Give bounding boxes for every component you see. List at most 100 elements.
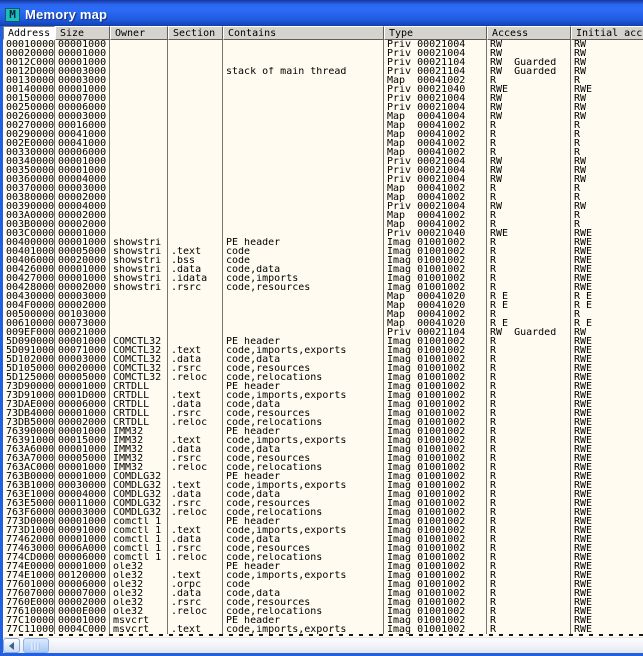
memory-map-icon[interactable]: M	[5, 8, 20, 22]
column-header-section[interactable]: Section	[168, 26, 223, 40]
table-row[interactable]: 7639100000015000IMM32.textcode,imports,e…	[3, 436, 643, 445]
cell-access: R	[487, 400, 571, 409]
table-row[interactable]: 763E500000011000COMDLG32.rsrccode,resour…	[3, 499, 643, 508]
table-row[interactable]: 5D12500000005000COMCTL32.reloccode,reloc…	[3, 373, 643, 382]
horizontal-scrollbar[interactable]	[3, 637, 643, 653]
table-row[interactable]: 0002000000001000Priv 00021004RWRW	[3, 49, 643, 58]
table-row[interactable]: 0035000000001000Priv 00021004RWRW	[3, 166, 643, 175]
table-row[interactable]: 0042800000002000showstri.rsrccode,resour…	[3, 283, 643, 292]
table-row[interactable]: 77C110000004C000msvcrt.textcode,imports,…	[3, 625, 643, 634]
table-row[interactable]: 763F600000003000COMDLG32.reloccode,reloc…	[3, 508, 643, 517]
table-row[interactable]: 5D10200000003000COMCTL32.datacode,dataIm…	[3, 355, 643, 364]
table-row[interactable]: 774630000006A000comctl_1.rsrccode,resour…	[3, 544, 643, 553]
table-row[interactable]: 0043000000003000Map 00041020R ER E	[3, 292, 643, 301]
table-row[interactable]: 73D910000001D000CRTDLL.textcode,imports,…	[3, 391, 643, 400]
table-row[interactable]: 7746200000001000comctl_1.datacode,dataIm…	[3, 535, 643, 544]
cell-size: 00041000	[55, 130, 110, 139]
column-header-size[interactable]: Size	[55, 26, 110, 40]
table-row[interactable]: 73D9000000001000CRTDLLPE headerImag 0100…	[3, 382, 643, 391]
table-row[interactable]: 0014000000001000Priv 00021040RWERWE	[3, 85, 643, 94]
scrollbar-thumb[interactable]	[23, 638, 49, 653]
table-row[interactable]: 0036000000004000Priv 00021004RWRW	[3, 175, 643, 184]
table-row[interactable]: 0038000000002000Map 00041002RR	[3, 193, 643, 202]
table-row[interactable]: 009EF00000021000Priv 00021104RW GuardedR…	[3, 328, 643, 337]
table-row[interactable]: 0042600000001000showstri.datacode,dataIm…	[3, 265, 643, 274]
table-row[interactable]: 5D09000000001000COMCTL32PE headerImag 01…	[3, 337, 643, 346]
column-header-owner[interactable]: Owner	[110, 26, 168, 40]
cell-size: 00003000	[55, 76, 110, 85]
table-row[interactable]: 0037000000003000Map 00041002RR	[3, 184, 643, 193]
table-row[interactable]: 0029000000041000Map 00041002RR	[3, 130, 643, 139]
table-row[interactable]: 003C000000001000Priv 00021040RWERWE	[3, 229, 643, 238]
scroll-left-button[interactable]	[3, 638, 20, 653]
table-row[interactable]: 003B000000002000Map 00041002RR	[3, 220, 643, 229]
table-row[interactable]: 763A700000005000IMM32.rsrccode,resources…	[3, 454, 643, 463]
table-row[interactable]: 5D10500000020000COMCTL32.rsrccode,resour…	[3, 364, 643, 373]
table-row[interactable]: 763B100000030000COMDLG32.textcode,import…	[3, 481, 643, 490]
cell-address: 763F6000	[3, 508, 55, 517]
cell-contains	[223, 319, 384, 328]
table-row[interactable]: 7639000000001000IMM32PE headerImag 01001…	[3, 427, 643, 436]
column-header-contains[interactable]: Contains	[223, 26, 384, 40]
cell-access: RW	[487, 40, 571, 49]
table-row[interactable]: 763AC00000001000IMM32.reloccode,relocati…	[3, 463, 643, 472]
table-row[interactable]: 763E100000004000COMDLG32.datacode,dataIm…	[3, 490, 643, 499]
table-row[interactable]: 7760E00000002000ole32.rsrccode,resources…	[3, 598, 643, 607]
titlebar[interactable]: M Memory map	[0, 0, 643, 26]
table-row[interactable]: 0040100000005000showstri.textcodeImag 01…	[3, 247, 643, 256]
cell-initial: RW	[571, 58, 643, 67]
cell-section: .data	[168, 535, 223, 544]
table-row[interactable]: 0039000000004000Priv 00021004RWRW	[3, 202, 643, 211]
table-row[interactable]: 0013000000003000Map 00041002RR	[3, 76, 643, 85]
table-row[interactable]: 0015000000007000Priv 00021004RWRW	[3, 94, 643, 103]
table-row[interactable]: 73DB500000002000CRTDLL.reloccode,relocat…	[3, 418, 643, 427]
cell-address: 00426000	[3, 265, 55, 274]
table-row[interactable]: 776100000000E000ole32.reloccode,relocati…	[3, 607, 643, 616]
table-row[interactable]: 002E000000041000Map 00041002RR	[3, 139, 643, 148]
column-header-address[interactable]: Address	[3, 26, 55, 40]
table-row[interactable]: 763B000000001000COMDLG32PE headerImag 01…	[3, 472, 643, 481]
cell-initial: RWE	[571, 346, 643, 355]
table-row[interactable]: 003A000000002000Map 00041002RR	[3, 211, 643, 220]
cell-contains: PE header	[223, 562, 384, 571]
table-row[interactable]: 0033000000006000Map 00041002RR	[3, 148, 643, 157]
column-header-type[interactable]: Type	[384, 26, 487, 40]
table-row[interactable]: 0012C00000001000Priv 00021104RW GuardedR…	[3, 58, 643, 67]
column-header-access[interactable]: Access	[487, 26, 571, 40]
table-row[interactable]: 773D000000001000comctl_1PE headerImag 01…	[3, 517, 643, 526]
column-header-initial[interactable]: Initial acc	[571, 26, 643, 40]
table-row[interactable]: 774E000000001000ole32PE headerImag 01001…	[3, 562, 643, 571]
cell-initial: RWE	[571, 427, 643, 436]
table-row[interactable]: 73DAE00000006000CRTDLL.datacode,dataImag…	[3, 400, 643, 409]
table-row[interactable]: 774CD00000006000comctl_1.reloccode,reloc…	[3, 553, 643, 562]
table-row[interactable]: 0034000000001000Priv 00021004RWRW	[3, 157, 643, 166]
memory-map-window: M Memory map AddressSizeOwnerSectionCont…	[0, 0, 643, 656]
table-row[interactable]: 0012D00000003000stack of main threadPriv…	[3, 67, 643, 76]
cell-address: 00406000	[3, 256, 55, 265]
cell-contains: code,imports,exports	[223, 526, 384, 535]
table-row[interactable]: 7760100000006000ole32.orpccodeImag 01001…	[3, 580, 643, 589]
table-row[interactable]: 774E100000120000ole32.textcode,imports,e…	[3, 571, 643, 580]
table-row[interactable]: 763A600000001000IMM32.datacode,dataImag …	[3, 445, 643, 454]
cell-section	[168, 517, 223, 526]
table-row[interactable]: 0001000000001000Priv 00021004RWRW	[3, 40, 643, 49]
table-row[interactable]: 0027000000016000Map 00041002RR	[3, 121, 643, 130]
memory-map-list[interactable]: 0001000000001000Priv 00021004RWRW0002000…	[3, 40, 643, 634]
table-row[interactable]: 773D100000091000comctl_1.textcode,import…	[3, 526, 643, 535]
cell-initial: RW	[571, 112, 643, 121]
table-row[interactable]: 0040600000020000showstri.bsscodeImag 010…	[3, 256, 643, 265]
table-row[interactable]: 0061000000073000Map 00041020R ER E	[3, 319, 643, 328]
table-row[interactable]: 0026000000003000Map 00041004RWRW	[3, 112, 643, 121]
table-row[interactable]: 0042700000001000showstri.idatacode,impor…	[3, 274, 643, 283]
cell-size: 00002000	[55, 301, 110, 310]
table-row[interactable]: 5D09100000071000COMCTL32.textcode,import…	[3, 346, 643, 355]
cell-size: 00005000	[55, 373, 110, 382]
table-row[interactable]: 004F000000002000Map 00041020R ER E	[3, 301, 643, 310]
table-row[interactable]: 77C1000000001000msvcrtPE headerImag 0100…	[3, 616, 643, 625]
table-row[interactable]: 73DB400000001000CRTDLL.rsrccode,resource…	[3, 409, 643, 418]
table-row[interactable]: 0050000000103000Map 00041002RR	[3, 310, 643, 319]
table-row[interactable]: 0025000000006000Priv 00021004RWRW	[3, 103, 643, 112]
cell-type: Imag 01001002	[384, 346, 487, 355]
table-row[interactable]: 0040000000001000showstriPE headerImag 01…	[3, 238, 643, 247]
table-row[interactable]: 7760700000007000ole32.datacode,dataImag …	[3, 589, 643, 598]
